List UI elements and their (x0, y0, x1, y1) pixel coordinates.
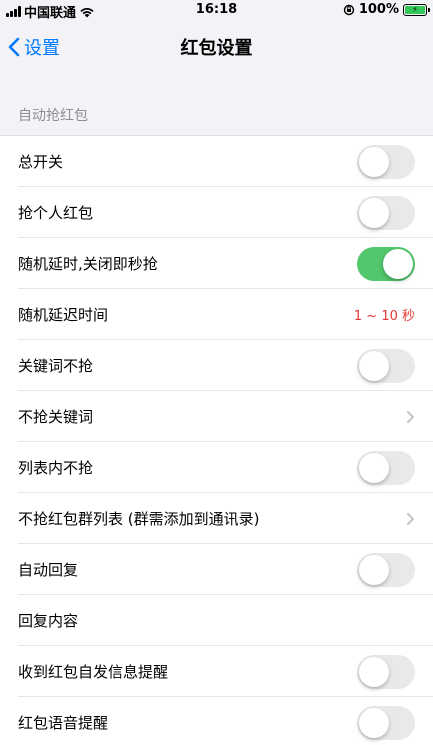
section-header-label: 自动抢红包 (18, 108, 88, 124)
setting-label-skip-group-list: 不抢红包群列表 (群需添加到通讯录) (18, 510, 260, 528)
setting-row-skip-group-list[interactable]: 不抢红包群列表 (群需添加到通讯录) (0, 493, 433, 544)
setting-row-reply-content[interactable]: 回复内容 (0, 595, 433, 646)
toggle-list-skip[interactable] (357, 450, 415, 485)
chevron-right-icon (407, 512, 414, 525)
navigation-bar: 设置 红包设置 (0, 20, 433, 72)
status-left: 中国联通 (6, 2, 95, 21)
section-header: 自动抢红包 (0, 72, 433, 136)
setting-row-random-delay: 随机延时,关闭即秒抢 (0, 238, 433, 289)
setting-row-self-message-reminder: 收到红包自发信息提醒 (0, 646, 433, 697)
toggle-random-delay[interactable] (357, 246, 415, 281)
status-bar: 中国联通 16:18 100% ⚡ (0, 0, 433, 21)
setting-row-keyword-skip: 关键词不抢 (0, 340, 433, 391)
settings-list: 总开关抢个人红包随机延时,关闭即秒抢 随机延迟时间 1 ~ 10 秒关键词不抢不抢关… (0, 136, 433, 745)
setting-row-list-skip: 列表内不抢 (0, 442, 433, 493)
back-button[interactable]: 设置 (8, 34, 60, 60)
setting-row-voice-reminder: 红包语音提醒 (0, 697, 433, 745)
page-title: 红包设置 (180, 38, 253, 59)
toggle-knob (359, 554, 389, 585)
toggle-knob (359, 350, 389, 381)
setting-label-list-skip: 列表内不抢 (18, 459, 94, 477)
chevron-left-icon (8, 37, 20, 57)
signal-icon (6, 6, 21, 17)
setting-label-auto-reply: 自动回复 (18, 561, 79, 579)
setting-label-reply-content: 回复内容 (18, 612, 79, 630)
setting-label-skip-keywords: 不抢关键词 (18, 408, 94, 426)
toggle-keyword-skip[interactable] (357, 348, 415, 383)
back-button-label: 设置 (24, 38, 60, 59)
toggle-knob (359, 452, 389, 483)
toggle-knob (359, 197, 389, 228)
toggle-knob (359, 656, 389, 687)
rotation-lock-icon (343, 4, 355, 15)
battery-percent: 100% (358, 2, 399, 17)
setting-row-random-delay-time[interactable]: 随机延迟时间 1 ~ 10 秒 (0, 289, 433, 340)
toggle-voice-reminder[interactable] (357, 705, 415, 740)
battery-icon: ⚡ (403, 3, 430, 16)
setting-label-personal-red-packet: 抢个人红包 (18, 204, 94, 222)
setting-row-personal-red-packet: 抢个人红包 (0, 187, 433, 238)
setting-row-auto-reply: 自动回复 (0, 544, 433, 595)
setting-label-master-switch: 总开关 (18, 153, 64, 171)
toggle-knob (383, 248, 413, 279)
toggle-personal-red-packet[interactable] (357, 195, 415, 230)
status-right: 100% ⚡ (343, 2, 430, 17)
toggle-self-message-reminder[interactable] (357, 654, 415, 689)
setting-row-skip-keywords[interactable]: 不抢关键词 (0, 391, 433, 442)
setting-label-keyword-skip: 关键词不抢 (18, 357, 94, 375)
toggle-master-switch[interactable] (357, 144, 415, 179)
chevron-right-icon (407, 410, 414, 423)
carrier-label: 中国联通 (24, 6, 77, 21)
setting-row-master-switch: 总开关 (0, 136, 433, 187)
setting-label-self-message-reminder: 收到红包自发信息提醒 (18, 663, 169, 681)
setting-value-random-delay-time: 1 ~ 10 秒 (353, 309, 415, 324)
toggle-auto-reply[interactable] (357, 552, 415, 587)
toggle-knob (359, 707, 389, 738)
wifi-icon (80, 7, 94, 17)
setting-label-random-delay: 随机延时,关闭即秒抢 (18, 255, 158, 273)
toggle-knob (359, 146, 389, 177)
setting-label-random-delay-time: 随机延迟时间 (18, 306, 109, 324)
setting-label-voice-reminder: 红包语音提醒 (18, 714, 109, 732)
